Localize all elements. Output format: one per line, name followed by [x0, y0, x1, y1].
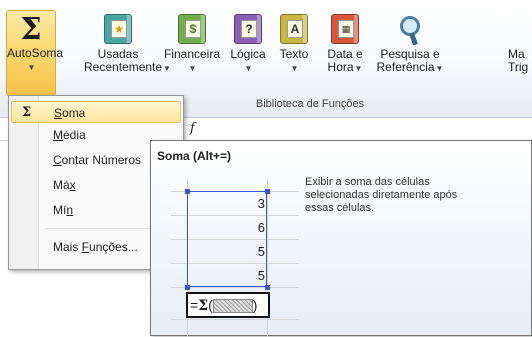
menu-item-label: Máx [53, 178, 76, 192]
financial-book-icon: $ [178, 14, 206, 44]
math-trig-button[interactable]: Ma Trig [508, 10, 532, 96]
autosoma-button[interactable]: Σ AutoSoma ▼ [6, 10, 64, 96]
math-trig-icon [508, 14, 532, 44]
sum-formula-cell: =Σ() [186, 292, 270, 318]
menu-item-label: Contar Números [53, 153, 142, 167]
recent-functions-button[interactable]: ★ Usadas Recentemente▼ [84, 10, 171, 96]
recent-functions-label-2: Recentemente [84, 60, 163, 74]
gridline [171, 319, 299, 320]
menu-item-label: Mais Funções... [53, 240, 138, 254]
selection-handle [185, 189, 190, 194]
tooltip-title: Soma (Alt+=) [157, 149, 232, 163]
logical-book-icon: ? [234, 14, 262, 44]
cell-value: 5 [257, 244, 265, 259]
chevron-down-icon: ▼ [435, 64, 444, 73]
soma-tooltip: Soma (Alt+=) 3 6 5 5 =Σ() Exibir a soma … [150, 140, 532, 337]
logical-label: Lógica [230, 47, 266, 61]
chevron-down-icon: ▼ [27, 63, 36, 72]
function-library-group-label: Biblioteca de Funções [255, 98, 365, 110]
cell-value: 5 [257, 268, 265, 283]
lookup-reference-icon [397, 14, 423, 46]
chevron-down-icon: ▼ [188, 64, 197, 73]
menu-item-label: Média [53, 128, 86, 142]
chevron-down-icon: ▼ [290, 64, 299, 73]
sum-illustration: 3 6 5 5 =Σ() [171, 179, 299, 337]
autosoma-label: AutoSoma [7, 46, 64, 60]
lookup-reference-button[interactable]: Pesquisa e Referência▼ [372, 10, 448, 96]
tooltip-description: Exibir a soma das células selecionadas d… [305, 176, 458, 214]
insert-function-icon[interactable]: f [190, 121, 195, 136]
selection-handle [185, 285, 190, 290]
cell-value: 6 [257, 220, 265, 235]
math-trig-label-2: Trig [508, 60, 529, 74]
gridline [171, 287, 299, 288]
sigma-icon: Σ [20, 12, 42, 47]
lookup-reference-label-2: Referência [376, 60, 435, 74]
selection-handle [265, 285, 270, 290]
financial-button[interactable]: $ Financeira ▼ [162, 10, 222, 96]
text-label: Texto [279, 47, 309, 61]
text-button[interactable]: A Texto ▼ [272, 10, 316, 96]
sigma-icon: Σ [22, 105, 32, 120]
logical-button[interactable]: ? Lógica ▼ [226, 10, 270, 96]
chevron-down-icon: ▼ [354, 64, 363, 73]
date-time-book-icon: ▦ [331, 14, 359, 44]
cell-value: 3 [257, 196, 265, 211]
date-time-label-2: Hora [327, 60, 354, 74]
range-placeholder [212, 299, 253, 314]
menu-item-label: Soma [54, 106, 86, 120]
text-book-icon: A [280, 14, 308, 44]
menu-item-label: Mín [53, 203, 74, 217]
menu-item-soma[interactable]: Σ Soma [11, 101, 181, 123]
selection-handle [265, 189, 270, 194]
date-time-button[interactable]: ▦ Data e Hora▼ [320, 10, 370, 96]
chevron-down-icon: ▼ [244, 64, 253, 73]
recent-functions-book-icon: ★ [104, 14, 132, 44]
financial-label: Financeira [163, 47, 221, 61]
sigma-icon: Σ [198, 298, 209, 314]
